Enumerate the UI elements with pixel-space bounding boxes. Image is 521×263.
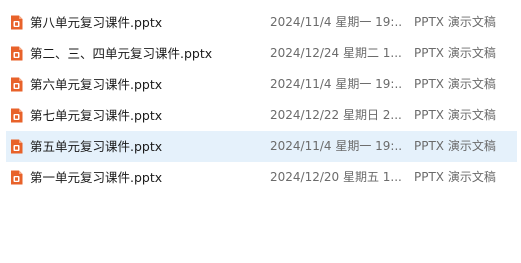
file-name[interactable]: 第六单元复习课件.pptx bbox=[30, 69, 162, 100]
file-modified-date: 2024/12/20 星期五 1... bbox=[270, 170, 402, 184]
file-list: 第八单元复习课件.pptx 2024/11/4 星期一 19:... PPTX … bbox=[0, 7, 521, 193]
file-type: PPTX 演示文稿 bbox=[414, 108, 496, 122]
file-row[interactable]: 第二、三、四单元复习课件.pptx 2024/12/24 星期二 1... PP… bbox=[0, 38, 521, 69]
file-type: PPTX 演示文稿 bbox=[414, 46, 496, 60]
file-name[interactable]: 第五单元复习课件.pptx bbox=[30, 131, 162, 162]
file-type: PPTX 演示文稿 bbox=[414, 139, 496, 153]
file-type: PPTX 演示文稿 bbox=[414, 15, 496, 29]
file-name[interactable]: 第八单元复习课件.pptx bbox=[30, 7, 162, 38]
file-modified-date: 2024/12/22 星期日 2... bbox=[270, 108, 402, 122]
powerpoint-file-icon bbox=[11, 77, 23, 92]
powerpoint-file-icon bbox=[11, 15, 23, 30]
file-row[interactable]: 第八单元复习课件.pptx 2024/11/4 星期一 19:... PPTX … bbox=[0, 7, 521, 38]
powerpoint-file-icon bbox=[11, 139, 23, 154]
file-row[interactable]: 第六单元复习课件.pptx 2024/11/4 星期一 19:... PPTX … bbox=[0, 69, 521, 100]
powerpoint-file-icon bbox=[11, 108, 23, 123]
powerpoint-file-icon bbox=[11, 170, 23, 185]
file-name[interactable]: 第一单元复习课件.pptx bbox=[30, 162, 162, 193]
file-modified-date: 2024/11/4 星期一 19:... bbox=[270, 139, 402, 153]
file-modified-date: 2024/11/4 星期一 19:... bbox=[270, 15, 402, 29]
file-type: PPTX 演示文稿 bbox=[414, 77, 496, 91]
file-type: PPTX 演示文稿 bbox=[414, 170, 496, 184]
file-row[interactable]: 第七单元复习课件.pptx 2024/12/22 星期日 2... PPTX 演… bbox=[0, 100, 521, 131]
powerpoint-file-icon bbox=[11, 46, 23, 61]
file-row-selected[interactable]: 第五单元复习课件.pptx 2024/11/4 星期一 19:... PPTX … bbox=[0, 131, 521, 162]
file-name[interactable]: 第二、三、四单元复习课件.pptx bbox=[30, 38, 212, 69]
file-row[interactable]: 第一单元复习课件.pptx 2024/12/20 星期五 1... PPTX 演… bbox=[0, 162, 521, 193]
file-name[interactable]: 第七单元复习课件.pptx bbox=[30, 100, 162, 131]
file-modified-date: 2024/11/4 星期一 19:... bbox=[270, 77, 402, 91]
file-modified-date: 2024/12/24 星期二 1... bbox=[270, 46, 402, 60]
